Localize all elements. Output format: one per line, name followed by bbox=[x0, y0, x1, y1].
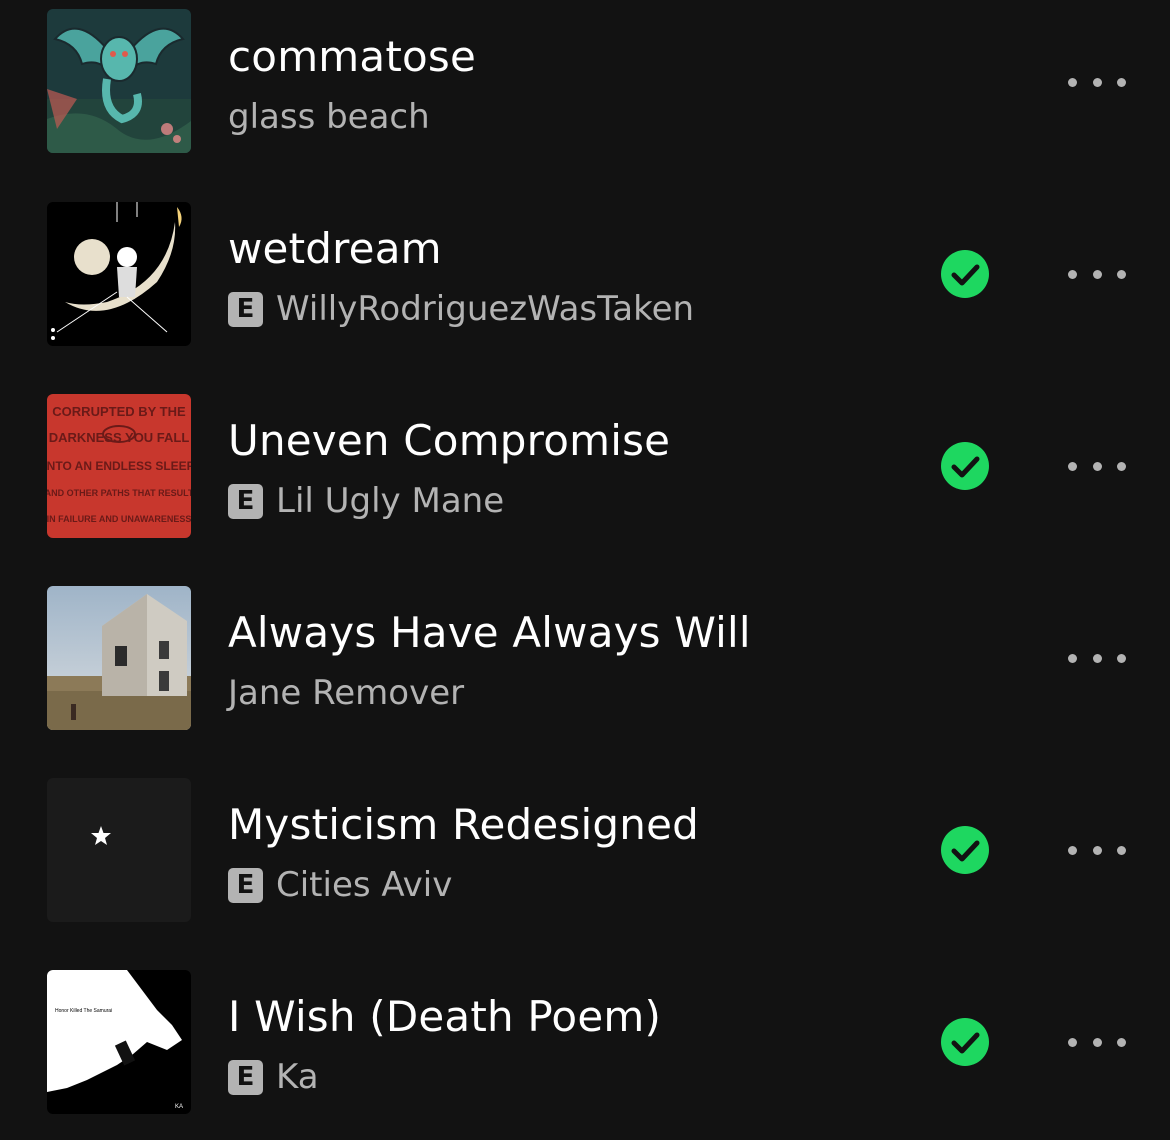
track-subtitle: E WillyRodriguezWasTaken bbox=[228, 287, 694, 331]
more-options-icon[interactable] bbox=[1068, 840, 1126, 860]
explicit-badge: E bbox=[228, 1059, 263, 1095]
more-options-icon[interactable] bbox=[1068, 648, 1126, 668]
check-circle-icon bbox=[941, 250, 989, 298]
track-title: wetdream bbox=[228, 224, 442, 273]
track-row[interactable]: Honor Killed The Samurai KA I Wish (Deat… bbox=[0, 960, 1170, 1140]
track-title: commatose bbox=[228, 32, 477, 81]
track-row[interactable]: commatose glass beach bbox=[0, 0, 1170, 192]
track-artist[interactable]: Cities Aviv bbox=[276, 863, 452, 907]
track-list: commatose glass beach wetdream E WillyRo… bbox=[0, 0, 1170, 1140]
album-art-uneven-compromise: CORRUPTED BY THE DARKNESS YOU FALL INTO … bbox=[47, 394, 191, 538]
more-options-icon[interactable] bbox=[1068, 264, 1126, 284]
album-art-mysticism-redesigned bbox=[47, 778, 191, 922]
track-row[interactable]: CORRUPTED BY THE DARKNESS YOU FALL INTO … bbox=[0, 384, 1170, 576]
track-subtitle: Jane Remover bbox=[228, 671, 464, 715]
art-text-line: IN FAILURE AND UNAWARENESS bbox=[47, 514, 191, 524]
explicit-badge: E bbox=[228, 483, 263, 519]
track-subtitle: E Lil Ugly Mane bbox=[228, 479, 504, 523]
check-circle-icon bbox=[941, 826, 989, 874]
track-subtitle: E Cities Aviv bbox=[228, 863, 452, 907]
art-text-line: KA bbox=[175, 1104, 183, 1110]
track-artist[interactable]: Lil Ugly Mane bbox=[276, 479, 504, 523]
track-row[interactable]: Always Have Always Will Jane Remover bbox=[0, 576, 1170, 768]
track-subtitle: glass beach bbox=[228, 95, 430, 139]
track-title: Always Have Always Will bbox=[228, 608, 751, 657]
track-artist[interactable]: glass beach bbox=[228, 95, 430, 139]
track-title: I Wish (Death Poem) bbox=[228, 992, 662, 1041]
track-title: Mysticism Redesigned bbox=[228, 800, 699, 849]
track-artist[interactable]: WillyRodriguezWasTaken bbox=[276, 287, 694, 331]
art-text-line: INTO AN ENDLESS SLEEP bbox=[47, 459, 191, 473]
more-options-icon[interactable] bbox=[1068, 456, 1126, 476]
art-text-line: AND OTHER PATHS THAT RESULT bbox=[47, 488, 191, 498]
album-art-always-have-always-will bbox=[47, 586, 191, 730]
album-art-wetdream bbox=[47, 202, 191, 346]
album-art-commatose bbox=[47, 9, 191, 153]
track-row[interactable]: Mysticism Redesigned E Cities Aviv bbox=[0, 768, 1170, 960]
explicit-badge: E bbox=[228, 291, 263, 327]
track-artist[interactable]: Ka bbox=[276, 1055, 319, 1099]
check-circle-icon bbox=[941, 442, 989, 490]
more-options-icon[interactable] bbox=[1068, 1032, 1126, 1052]
track-title: Uneven Compromise bbox=[228, 416, 671, 465]
check-circle-icon bbox=[941, 1018, 989, 1066]
track-subtitle: E Ka bbox=[228, 1055, 319, 1099]
track-artist[interactable]: Jane Remover bbox=[228, 671, 464, 715]
album-art-honor-killed-the-samurai: Honor Killed The Samurai KA bbox=[47, 970, 191, 1114]
explicit-badge: E bbox=[228, 867, 263, 903]
more-options-icon[interactable] bbox=[1068, 72, 1126, 92]
art-text-line: CORRUPTED BY THE bbox=[52, 404, 186, 419]
art-text-line: Honor Killed The Samurai bbox=[55, 1008, 112, 1014]
track-row[interactable]: wetdream E WillyRodriguezWasTaken bbox=[0, 192, 1170, 384]
